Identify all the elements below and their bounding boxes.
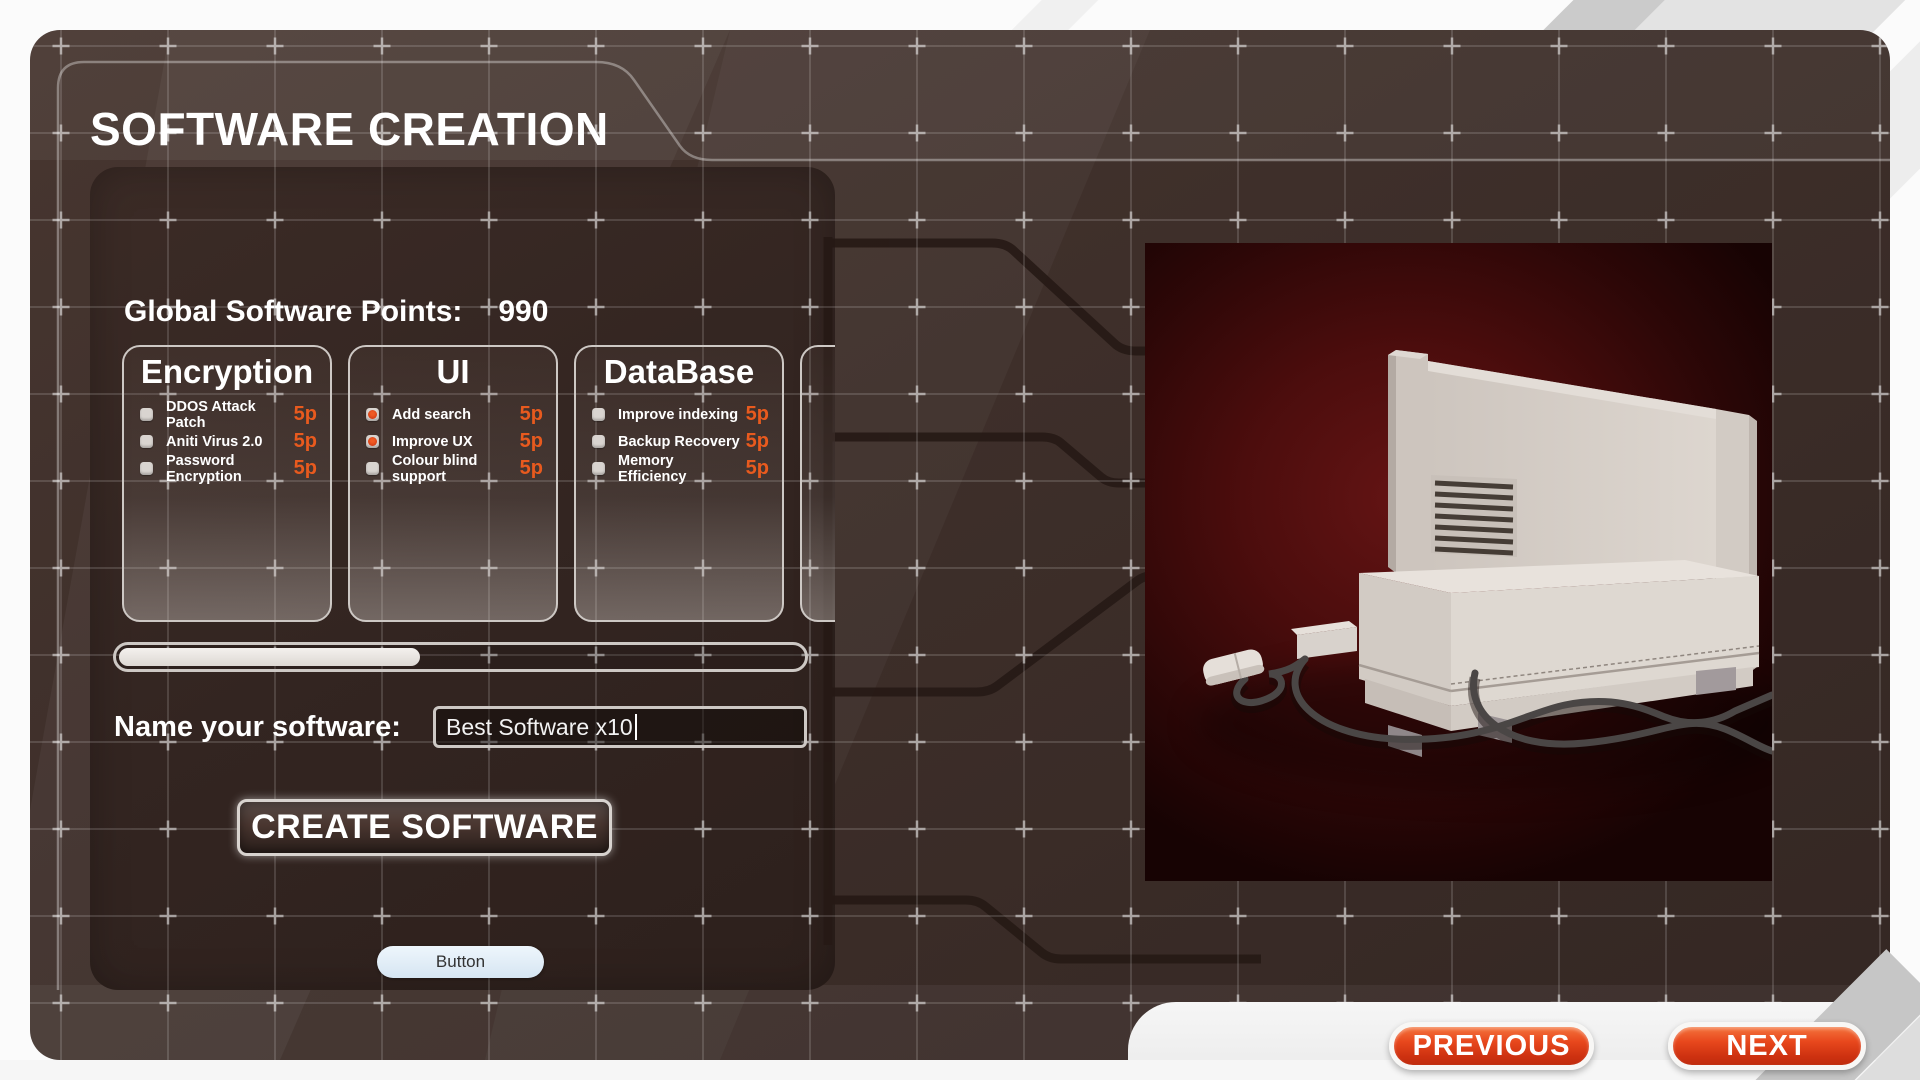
upgrade-row[interactable]: Memory Efficiency 5p [576,455,782,482]
global-points-value: 990 [498,295,548,329]
checkbox[interactable] [366,408,379,421]
card-title: DataBase [576,353,782,391]
checkbox[interactable] [592,462,605,475]
upgrade-label: Aniti Virus 2.0 [166,434,262,450]
upgrade-cost: 5p [746,430,769,453]
main-panel: SOFTWARE CREATION Global Software Points… [30,30,1890,1060]
misc-button[interactable]: Button [377,946,544,978]
checkbox[interactable] [366,435,379,448]
software-name-input[interactable]: Best Software x10 [433,706,807,748]
upgrade-label: Backup Recovery [618,434,740,450]
card-partial [800,345,835,622]
upgrade-cost: 5p [746,457,769,480]
upgrade-row[interactable]: Colour blind support 5p [350,455,556,482]
scrollbar-thumb[interactable] [119,648,420,666]
page-title: SOFTWARE CREATION [90,102,609,156]
upgrade-label: Add search [392,407,471,423]
global-points: Global Software Points: 990 [124,295,548,329]
upgrade-row[interactable]: Improve UX 5p [350,428,556,455]
upgrade-row[interactable]: Add search 5p [350,401,556,428]
upgrade-cost: 5p [294,430,317,453]
checkbox[interactable] [366,462,379,475]
upgrade-label: Improve indexing [618,407,738,423]
upgrade-row[interactable]: Improve indexing 5p [576,401,782,428]
checkbox[interactable] [592,435,605,448]
mouse-icon [1201,647,1266,687]
upgrade-cost: 5p [294,403,317,426]
upgrade-label: Password Encryption [166,453,294,485]
upgrade-row[interactable]: Backup Recovery 5p [576,428,782,455]
software-name-value: Best Software x10 [446,714,633,741]
upgrade-label: Colour blind support [392,453,520,485]
upgrade-label: Improve UX [392,434,473,450]
upgrade-row[interactable]: Aniti Virus 2.0 5p [124,428,330,455]
checkbox[interactable] [140,408,153,421]
text-caret [635,714,637,740]
category-scrollbar[interactable] [113,642,808,672]
card-title: Encryption [124,353,330,391]
global-points-label: Global Software Points: [124,295,462,329]
name-label: Name your software: [114,706,401,748]
retro-computer-render [1145,243,1772,881]
checkbox[interactable] [140,462,153,475]
card-database: DataBase Improve indexing 5p Backup Reco… [574,345,784,622]
card-encryption: Encryption DDOS Attack Patch 5p Aniti Vi… [122,345,332,622]
software-preview-panel [1145,243,1772,881]
software-creation-screen: SOFTWARE CREATION Global Software Points… [0,0,1920,1080]
upgrade-label: DDOS Attack Patch [166,399,294,431]
upgrade-cost: 5p [520,430,543,453]
upgrade-cost: 5p [294,457,317,480]
bottom-strip [0,1060,1920,1080]
previous-button[interactable]: PREVIOUS [1389,1022,1594,1070]
upgrade-label: Memory Efficiency [618,453,746,485]
card-ui: UI Add search 5p Improve UX 5p [348,345,558,622]
checkbox[interactable] [140,435,153,448]
upgrade-cost: 5p [520,457,543,480]
upgrade-cost: 5p [520,403,543,426]
upgrade-cost: 5p [746,403,769,426]
upgrade-row[interactable]: DDOS Attack Patch 5p [124,401,330,428]
checkbox[interactable] [592,408,605,421]
upgrade-category-list: Encryption DDOS Attack Patch 5p Aniti Vi… [122,345,835,622]
card-title: UI [350,353,556,391]
next-button[interactable]: NEXT [1668,1022,1866,1070]
create-software-button[interactable]: CREATE SOFTWARE [237,799,612,856]
content-panel: Global Software Points: 990 Encryption D… [90,167,835,990]
upgrade-row[interactable]: Password Encryption 5p [124,455,330,482]
